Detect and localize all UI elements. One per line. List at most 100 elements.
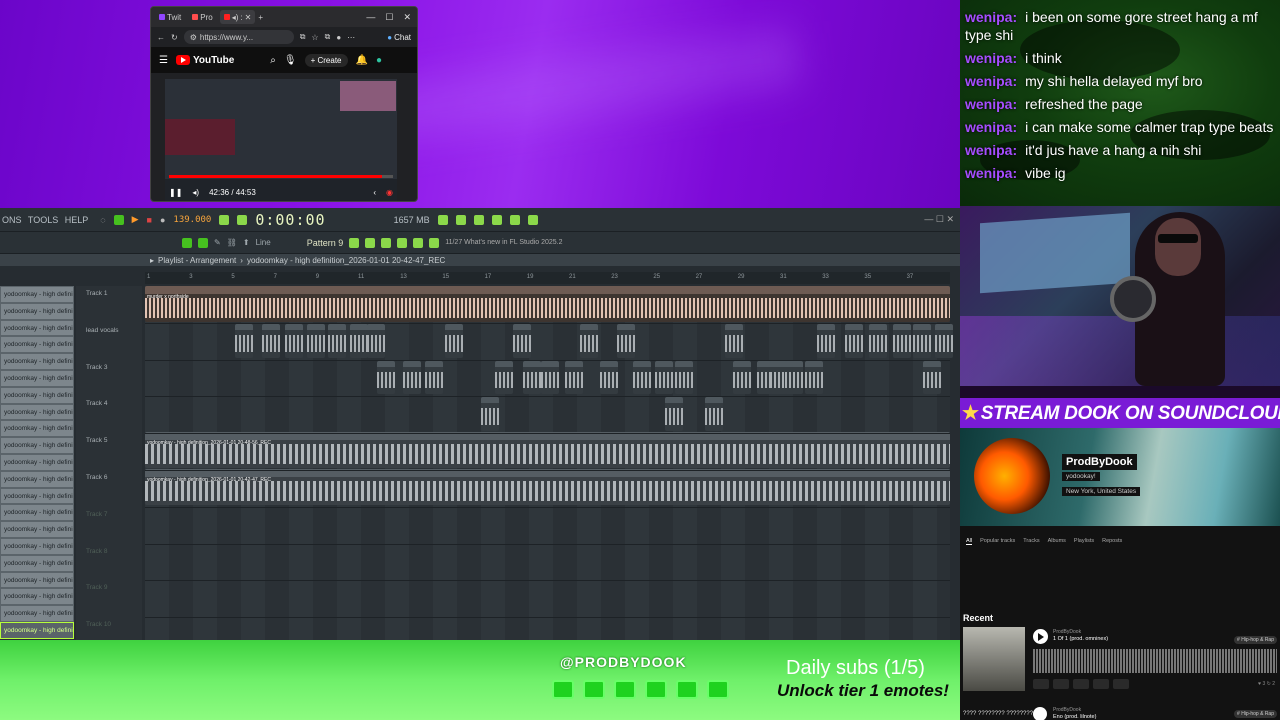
vocal-clip[interactable]	[367, 323, 385, 358]
profile-icon[interactable]: ●	[336, 33, 341, 42]
channel-rack-icon[interactable]	[455, 214, 466, 225]
twitch-icon[interactable]	[583, 680, 605, 699]
vocal-clip[interactable]	[513, 323, 531, 358]
step-icon[interactable]	[198, 237, 208, 248]
channel-button[interactable]: yodoomkay - high defini...	[0, 286, 74, 303]
hamburger-menu-icon[interactable]: ☰	[159, 55, 168, 66]
vocal-clip[interactable]	[817, 323, 835, 358]
vocal-clip[interactable]	[705, 397, 723, 432]
profile-tab[interactable]: Reposts	[1102, 538, 1122, 545]
vocal-clip[interactable]	[580, 323, 598, 358]
track-label[interactable]: Track 4	[86, 400, 107, 407]
track-label[interactable]: Track 7	[86, 511, 107, 518]
vocal-clip[interactable]	[523, 360, 541, 395]
split-icon[interactable]: ⧉	[300, 32, 306, 42]
vocal-clip[interactable]	[495, 360, 513, 395]
audio-clip[interactable]: yodoomkay - high definition_2026-01-01 2…	[145, 469, 950, 505]
profile-tab[interactable]: Playlists	[1074, 538, 1094, 545]
vocal-clip[interactable]	[869, 323, 887, 358]
chat-username[interactable]: wenipa:	[965, 50, 1017, 66]
play-button[interactable]	[1033, 707, 1047, 720]
vocal-clip[interactable]	[285, 323, 303, 358]
vocal-clip[interactable]	[935, 323, 953, 358]
mic-icon[interactable]: 🎙	[284, 55, 297, 66]
channel-button[interactable]: yodoomkay - high defini...	[0, 369, 74, 387]
close-tab-icon[interactable]: ✕	[245, 13, 252, 22]
channel-button[interactable]: yodoomkay - high defini...	[0, 571, 74, 589]
avatar[interactable]	[974, 438, 1050, 514]
genre-tag[interactable]: # Hip-hop & Rap	[1234, 636, 1277, 644]
track-label[interactable]: Track 6	[86, 474, 107, 481]
vocal-clip[interactable]	[235, 323, 253, 358]
audio-clip[interactable]: yodoomkay - high definition_2026-01-01 2…	[145, 432, 950, 468]
view-icon[interactable]	[365, 237, 376, 248]
record-icon[interactable]: ◉	[386, 188, 393, 197]
track-label[interactable]: lead vocals	[86, 327, 119, 334]
track-label[interactable]: Track 10	[86, 621, 111, 628]
extensions-icon[interactable]: ⧉	[325, 32, 331, 42]
vocal-clip[interactable]	[481, 397, 499, 432]
timeline-ruler[interactable]: 1 3 5 7 9 11 13 15 17 19 21 23 25 27 29 31 33 35 37	[145, 272, 950, 284]
discord-icon[interactable]	[707, 680, 729, 699]
channel-button[interactable]: yodoomkay - high defini...	[0, 437, 74, 454]
chat-username[interactable]: wenipa:	[965, 142, 1017, 158]
track-label[interactable]: Track 9	[86, 584, 107, 591]
channel-button[interactable]: yodoomkay - high defini...	[0, 605, 74, 622]
metronome-icon[interactable]	[219, 214, 230, 225]
pat-song-toggle-icon[interactable]	[113, 214, 124, 225]
track-artist[interactable]: ProdByDook	[1053, 629, 1081, 635]
vocal-clip[interactable]	[785, 360, 803, 395]
plugin-picker-icon[interactable]	[527, 214, 538, 225]
channel-button[interactable]: yodoomkay - high defini...	[0, 470, 74, 488]
vocal-clip[interactable]	[565, 360, 583, 395]
vocal-clip[interactable]	[262, 323, 280, 358]
track-label[interactable]: Track 5	[86, 437, 107, 444]
snap-mode-label[interactable]: Line	[256, 238, 271, 247]
reload-icon[interactable]: ↻	[171, 33, 178, 42]
record-button[interactable]: ●	[160, 215, 165, 225]
export-icon[interactable]	[413, 237, 424, 248]
channel-button[interactable]: yodoomkay - high defini...	[0, 588, 74, 606]
vocal-clip[interactable]	[445, 323, 463, 358]
link-icon[interactable]: ⛓	[227, 238, 237, 247]
youtube-logo[interactable]: YouTube	[175, 55, 234, 66]
chat-username[interactable]: wenipa:	[965, 73, 1017, 89]
channel-button[interactable]: yodoomkay - high defini...	[0, 487, 74, 505]
channel-button[interactable]: yodoomkay - high defini...	[0, 302, 74, 320]
mixer-view-icon[interactable]	[381, 237, 392, 248]
new-tab-button[interactable]: +	[258, 13, 263, 22]
browser-panel-icon[interactable]	[491, 214, 502, 225]
like-button[interactable]	[1033, 679, 1049, 689]
audio-clip[interactable]: murder x northside	[145, 286, 950, 322]
channel-button[interactable]: yodoomkay - high defini...	[0, 336, 74, 354]
vocal-clip[interactable]	[633, 360, 651, 395]
copilot-chat-button[interactable]: ● Chat	[387, 33, 411, 42]
hint-knob-icon[interactable]: ◌	[100, 215, 105, 225]
vocal-clip[interactable]	[845, 323, 863, 358]
notifications-icon[interactable]: 🔔	[356, 55, 368, 66]
menu-options[interactable]: ONS	[2, 215, 22, 225]
create-button[interactable]: + Create	[304, 53, 348, 67]
playlist-lanes[interactable]: murder x northside yodoomkay - high defi…	[145, 286, 953, 640]
vocal-clip[interactable]	[377, 360, 395, 395]
profile-tab[interactable]: Popular tracks	[980, 538, 1015, 545]
profile-name[interactable]: ProdByDook	[1062, 454, 1137, 470]
vocal-clip[interactable]	[665, 397, 683, 432]
chat-username[interactable]: wenipa:	[965, 9, 1017, 25]
channel-button[interactable]: yodoomkay - high defini...	[0, 554, 74, 572]
vocal-clip[interactable]	[350, 323, 368, 358]
share-button[interactable]	[1073, 679, 1089, 689]
genre-tag[interactable]: # Hip-hop & Rap	[1234, 710, 1277, 718]
pattern-add-icon[interactable]	[349, 237, 360, 248]
channel-button[interactable]: yodoomkay - high defini...	[0, 403, 74, 421]
countdown-icon[interactable]	[237, 214, 248, 225]
menu-tools[interactable]: TOOLS	[28, 215, 58, 225]
pause-icon[interactable]: ❚❚	[169, 188, 182, 197]
youtube-icon[interactable]	[552, 680, 574, 699]
channel-button[interactable]: yodoomkay - high defini...	[0, 453, 74, 471]
vocal-clip[interactable]	[893, 323, 911, 358]
track-label[interactable]: Track 8	[86, 548, 107, 555]
minimize-button[interactable]: —	[366, 12, 375, 23]
vocal-clip[interactable]	[655, 360, 673, 395]
play-button[interactable]	[1033, 629, 1048, 644]
